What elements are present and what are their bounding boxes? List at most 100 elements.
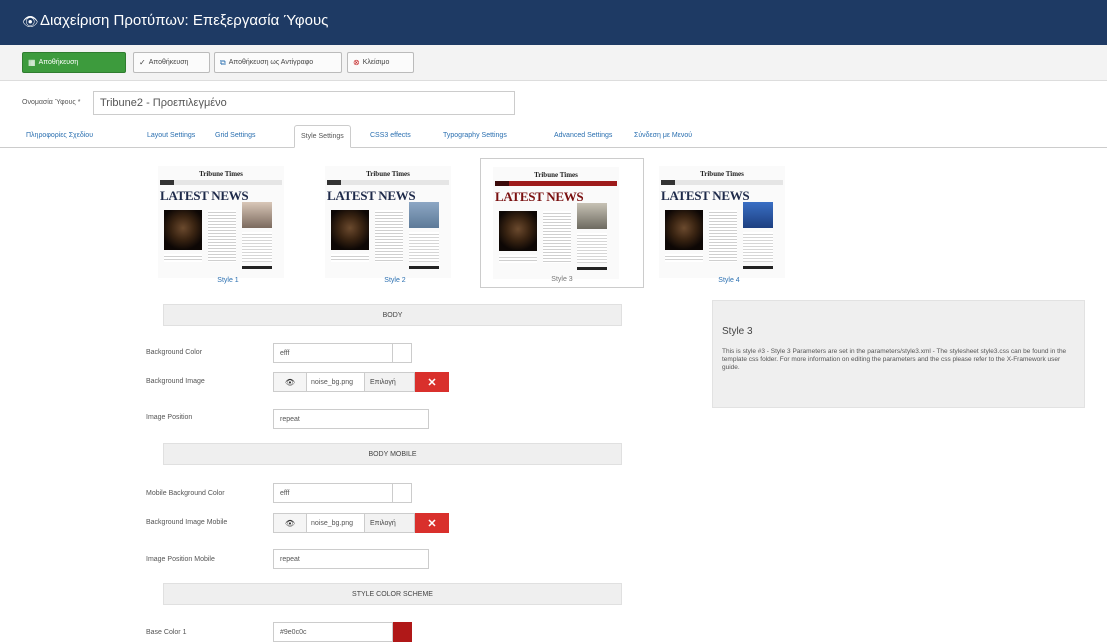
image-position-label: Image Position [146, 414, 193, 421]
tab-layout-settings[interactable]: Layout Settings [141, 125, 201, 148]
preview-footer-bar [242, 266, 272, 269]
preview-caption [164, 254, 202, 262]
bg-image-label: Background Image [146, 378, 205, 385]
section-body-mobile-header: BODY MOBILE [163, 443, 622, 465]
base-color-swatch[interactable] [393, 622, 412, 642]
preview-footer-bar [743, 266, 773, 269]
tab-css3-effects[interactable]: CSS3 effects [364, 125, 417, 148]
section-color-scheme-header: STYLE COLOR SCHEME [163, 583, 622, 605]
save-copy-label: Αποθήκευση ως Αντίγραφο [228, 59, 314, 66]
preview-headline: LATEST NEWS [661, 188, 750, 203]
style-option-4[interactable]: Tribune Times LATEST NEWS Style 4 [647, 158, 811, 288]
preview-text-lines [208, 210, 236, 262]
style-name-label: Ονομασία Ύφους * [22, 99, 81, 106]
preview-masthead: Tribune Times [366, 170, 410, 178]
base-color-input[interactable]: #9e0c0c [273, 622, 393, 642]
style-info-panel: Style 3 This is style #3 - Style 3 Param… [712, 300, 1085, 408]
remove-x-icon[interactable]: ✕ [415, 513, 449, 533]
preview-text-lines [709, 210, 737, 262]
style-label: Style 1 [217, 277, 239, 284]
tab-design-info[interactable]: Πληροφορίες Σχεδίου [20, 125, 99, 148]
mobile-bg-color-swatch[interactable] [393, 483, 412, 503]
preview-caption [331, 254, 369, 262]
preview-side-text [743, 232, 773, 262]
section-body-header: BODY [163, 304, 622, 326]
preview-side-text [242, 232, 272, 262]
bg-color-label: Background Color [146, 349, 203, 356]
preview-eye-icon[interactable]: 👁 [273, 372, 307, 392]
tab-style-settings[interactable]: Style Settings [294, 125, 351, 148]
preview-headline: LATEST NEWS [495, 189, 584, 204]
info-description: This is style #3 - Style 3 Parameters ar… [722, 348, 1067, 371]
bg-color-swatch[interactable] [393, 343, 412, 363]
style-preview-image: Tribune Times LATEST NEWS [325, 166, 451, 278]
bg-image-picker: 👁 noise_bg.png Επιλογή ✕ [273, 372, 449, 392]
preview-footer-bar [577, 267, 607, 270]
preview-headline: LATEST NEWS [327, 188, 416, 203]
preview-navbar [160, 180, 282, 185]
bg-image-select-button[interactable]: Επιλογή [365, 372, 415, 392]
eye-icon: 👁 [22, 14, 39, 29]
info-title: Style 3 [722, 326, 753, 337]
preview-footer-bar [409, 266, 439, 269]
style-label: Style 3 [551, 276, 573, 283]
page-header: 👁 Διαχείριση Προτύπων: Επεξεργασία Ύφους [0, 0, 1107, 45]
preview-masthead: Tribune Times [199, 170, 243, 178]
page-title: Διαχείριση Προτύπων: Επεξεργασία Ύφους [40, 12, 329, 29]
preview-photo [331, 210, 369, 250]
mobile-image-position-label: Image Position Mobile [146, 556, 215, 563]
save-close-button[interactable]: ✓ Αποθήκευση [133, 52, 210, 73]
preview-text-lines [375, 210, 403, 262]
bg-color-input[interactable]: efff [273, 343, 393, 363]
save-close-label: Αποθήκευση [148, 59, 189, 66]
save-copy-button[interactable]: ⧉ Αποθήκευση ως Αντίγραφο [214, 52, 342, 73]
mobile-bg-image-select-button[interactable]: Επιλογή [365, 513, 415, 533]
style-option-2[interactable]: Tribune Times LATEST NEWS Style 2 [313, 158, 477, 288]
preview-side-photo [743, 202, 773, 228]
image-position-input[interactable]: repeat [273, 409, 429, 429]
copy-icon: ⧉ [220, 57, 226, 67]
preview-side-photo [409, 202, 439, 228]
preview-photo [164, 210, 202, 250]
save-icon: ▦ [28, 58, 36, 67]
style-name-input[interactable]: Tribune2 - Προεπιλεγμένο [93, 91, 515, 115]
style-label: Style 2 [384, 277, 406, 284]
check-icon: ✓ [139, 58, 146, 67]
preview-masthead: Tribune Times [534, 171, 578, 179]
preview-masthead: Tribune Times [700, 170, 744, 178]
mobile-image-position-input[interactable]: repeat [273, 549, 429, 569]
tab-menu-assignment[interactable]: Σύνδεση με Μενού [628, 125, 698, 148]
preview-caption [499, 255, 537, 263]
tab-typography-settings[interactable]: Typography Settings [437, 125, 513, 148]
preview-photo [499, 211, 537, 251]
save-button[interactable]: ▦ Αποθήκευση [22, 52, 126, 73]
bg-image-filename[interactable]: noise_bg.png [307, 372, 365, 392]
preview-text-lines [543, 211, 571, 263]
style-option-3[interactable]: Tribune Times LATEST NEWS Style 3 [480, 158, 644, 288]
preview-eye-icon[interactable]: 👁 [273, 513, 307, 533]
style-option-1[interactable]: Tribune Times LATEST NEWS Style 1 [146, 158, 310, 288]
close-button-label: Κλείσιμο [362, 59, 390, 66]
preview-navbar [661, 180, 783, 185]
preview-side-photo [242, 202, 272, 228]
mobile-bg-image-filename[interactable]: noise_bg.png [307, 513, 365, 533]
preview-caption [665, 254, 703, 262]
preview-side-photo [577, 203, 607, 229]
mobile-bg-image-picker: 👁 noise_bg.png Επιλογή ✕ [273, 513, 449, 533]
toolbar: ▦ Αποθήκευση ✓ Αποθήκευση ⧉ Αποθήκευση ω… [0, 45, 1107, 81]
preview-headline: LATEST NEWS [160, 188, 249, 203]
tab-grid-settings[interactable]: Grid Settings [209, 125, 261, 148]
tab-advanced-settings[interactable]: Advanced Settings [548, 125, 618, 148]
preview-side-text [409, 232, 439, 262]
style-preview-image: Tribune Times LATEST NEWS [158, 166, 284, 278]
remove-x-icon[interactable]: ✕ [415, 372, 449, 392]
preview-photo [665, 210, 703, 250]
mobile-bg-color-label: Mobile Background Color [146, 490, 225, 497]
mobile-bg-image-label: Background Image Mobile [146, 519, 228, 526]
settings-tabs: Πληροφορίες Σχεδίου Layout Settings Grid… [0, 120, 1107, 148]
style-preview-image: Tribune Times LATEST NEWS [659, 166, 785, 278]
close-button[interactable]: ⊗ Κλείσιμο [347, 52, 414, 73]
preview-navbar [495, 181, 617, 186]
save-button-label: Αποθήκευση [38, 59, 79, 66]
mobile-bg-color-input[interactable]: efff [273, 483, 393, 503]
